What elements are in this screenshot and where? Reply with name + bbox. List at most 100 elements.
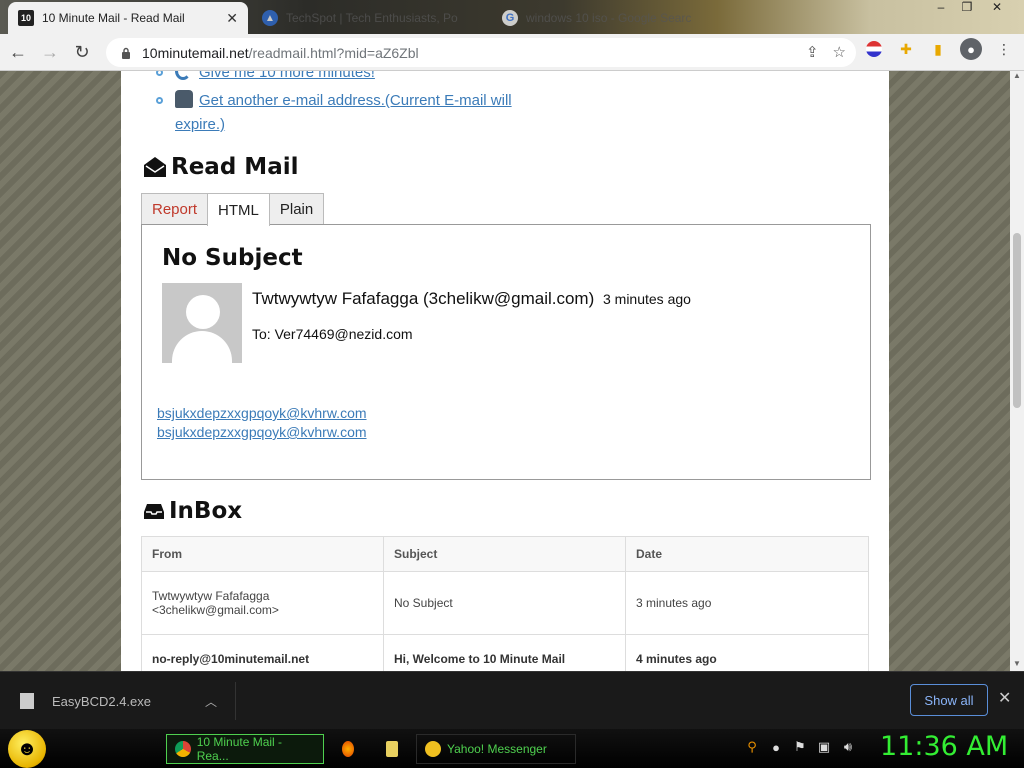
tab-close-icon[interactable]: ✕ [226, 10, 238, 27]
folder-icon [386, 741, 398, 757]
extension-icon[interactable] [864, 39, 884, 59]
taskbar-clock: 11:36 AM [880, 731, 1009, 762]
list-item: Give me 10 more minutes! [151, 71, 515, 85]
inbox-heading: InBox [143, 498, 242, 524]
scrollbar-thumb[interactable] [1013, 233, 1021, 408]
show-all-button[interactable]: Show all [910, 684, 988, 716]
google-favicon-icon: G [502, 10, 518, 26]
techspot-favicon-icon: ▲ [262, 10, 278, 26]
start-button[interactable]: ☻ [8, 730, 46, 768]
system-tray: ⚲ ● ⚑ ▣ 🔊︎ [744, 739, 856, 755]
lock-icon [122, 47, 130, 59]
mail-body: bsjukxdepzxxgpqoyk@kvhrw.com bsjukxdepzx… [157, 404, 367, 442]
row-from: no-reply@10minutemail.net [141, 634, 384, 671]
taskbar-item-chrome[interactable]: 10 Minute Mail - Rea... [166, 734, 324, 764]
avatar [162, 283, 242, 363]
volume-icon[interactable]: 🔊︎ [840, 739, 856, 755]
tab-title: windows 10 iso - Google Search [526, 11, 692, 25]
row-from: Twtwywtyw Fafafagga <3chelikw@gmail.com> [141, 571, 384, 635]
taskbar-item-label: 10 Minute Mail - Rea... [196, 735, 283, 763]
mail-time-ago: 3 minutes ago [602, 291, 691, 307]
forward-icon[interactable]: → [36, 38, 64, 66]
row-subject[interactable]: Hi, Welcome to 10 Minute Mail [383, 634, 626, 671]
chevron-up-icon[interactable]: ︿ [205, 693, 217, 710]
taskbar-item-firefox[interactable] [334, 734, 368, 764]
avatar-head-icon [186, 295, 220, 329]
profile-icon[interactable]: ● [960, 38, 982, 60]
close-window-icon[interactable]: ✕ [986, 0, 1008, 18]
taskbar-item-folder[interactable] [378, 734, 412, 764]
ten-minute-mail-favicon-icon: 10 [18, 10, 34, 26]
download-item[interactable]: EasyBCD2.4.exe ︿ [16, 682, 236, 720]
table-row[interactable]: no-reply@10minutemail.net Hi, Welcome to… [141, 634, 869, 671]
back-icon[interactable]: ← [4, 38, 32, 66]
puzzle-icon[interactable]: ✚ [896, 39, 916, 59]
scroll-up-icon[interactable]: ▲ [1010, 71, 1024, 83]
mail-panel: No Subject Twtwywtyw Fafafagga (3chelikw… [141, 224, 871, 480]
mail-view-tabs: Report HTML Plain [141, 193, 325, 226]
column-header-subject: Subject [383, 536, 626, 572]
restore-icon[interactable]: ❐ [956, 0, 978, 18]
flag-icon[interactable]: ⚑ [792, 739, 808, 755]
chrome-icon [175, 741, 191, 757]
clock-icon [175, 71, 191, 80]
reload-icon[interactable]: ↻ [68, 38, 96, 66]
address-bar[interactable]: 10minutemail.net/readmail.html?mid=aZ6Zb… [106, 38, 856, 67]
inbox-table: From Subject Date Twtwywtyw Fafafagga <3… [141, 536, 869, 671]
close-icon[interactable]: ✕ [998, 688, 1011, 708]
star-icon[interactable]: ☆ [833, 43, 846, 61]
read-mail-title: Read Mail [171, 154, 299, 180]
exe-file-icon [20, 693, 34, 709]
row-date: 4 minutes ago [625, 634, 869, 671]
bullet-icon [156, 71, 163, 76]
table-row[interactable]: Twtwywtyw Fafafagga <3chelikw@gmail.com>… [141, 571, 869, 635]
envelope-open-icon [144, 157, 166, 177]
network-icon[interactable]: ▣ [816, 739, 832, 755]
minimize-icon[interactable]: – [930, 0, 952, 18]
search-icon[interactable]: ⚲ [744, 739, 760, 755]
url-host: 10minutemail.net [142, 44, 249, 61]
inbox-tray-icon [144, 504, 164, 519]
action-links: Give me 10 more minutes! Get another e-m… [151, 71, 515, 141]
scroll-down-icon[interactable]: ▼ [1010, 659, 1024, 671]
tab-report[interactable]: Report [141, 193, 209, 225]
inbox-title: InBox [169, 498, 243, 524]
tab-title: 10 Minute Mail - Read Mail [42, 11, 185, 25]
smiley-icon: ☻ [16, 737, 38, 760]
sidepanel-icon[interactable]: ▮ [928, 39, 948, 59]
tab-plain[interactable]: Plain [268, 193, 325, 225]
avatar-body-icon [172, 331, 232, 363]
vertical-scrollbar[interactable]: ▲ ▼ [1010, 71, 1024, 671]
row-subject[interactable]: No Subject [383, 571, 626, 635]
mail-subject: No Subject [162, 245, 303, 271]
list-item: Get another e-mail address.(Current E-ma… [151, 89, 515, 137]
tab-title: TechSpot | Tech Enthusiasts, Po [286, 11, 458, 25]
download-filename: EasyBCD2.4.exe [52, 693, 151, 709]
mail-body-link[interactable]: bsjukxdepzxxgpqoyk@kvhrw.com [157, 404, 367, 423]
yahoo-messenger-icon [425, 741, 441, 757]
more-minutes-link[interactable]: Give me 10 more minutes! [175, 71, 375, 85]
row-date: 3 minutes ago [625, 571, 869, 635]
mail-recipient: To: Ver74469@nezid.com [252, 326, 413, 342]
new-address-link[interactable]: Get another e-mail address.(Current E-ma… [175, 89, 515, 137]
share-icon[interactable]: ⇪ [806, 43, 819, 61]
taskbar-item-yahoo-messenger[interactable]: Yahoo! Messenger [416, 734, 576, 764]
menu-icon[interactable]: ⋮ [994, 39, 1014, 59]
message-icon[interactable]: ● [768, 739, 784, 755]
tab-strip: 10 10 Minute Mail - Read Mail ✕ ▲ TechSp… [0, 0, 1024, 34]
url-path: /readmail.html?mid=aZ6Zbl [248, 44, 419, 61]
tab-google-search[interactable]: G windows 10 iso - Google Search [492, 2, 702, 34]
taskbar: ☻ 10 Minute Mail - Rea... Yahoo! Messeng… [0, 729, 1024, 768]
mail-sender-line: Twtwywtyw Fafafagga (3chelikw@gmail.com)… [252, 289, 691, 309]
download-bar: EasyBCD2.4.exe ︿ Show all ✕ [0, 671, 1024, 729]
page-viewport: Give me 10 more minutes! Get another e-m… [0, 71, 1024, 671]
taskbar-item-label: Yahoo! Messenger [447, 742, 547, 756]
new-address-label: Get another e-mail address.(Current E-ma… [175, 92, 512, 133]
spy-icon [175, 90, 193, 108]
table-header-row: From Subject Date [141, 536, 869, 572]
mail-sender: Twtwywtyw Fafafagga (3chelikw@gmail.com) [252, 289, 595, 308]
tab-html[interactable]: HTML [207, 193, 270, 226]
tab-10-minute-mail[interactable]: 10 10 Minute Mail - Read Mail ✕ [8, 2, 248, 34]
tab-techspot[interactable]: ▲ TechSpot | Tech Enthusiasts, Po [252, 2, 487, 34]
mail-body-link[interactable]: bsjukxdepzxxgpqoyk@kvhrw.com [157, 423, 367, 442]
